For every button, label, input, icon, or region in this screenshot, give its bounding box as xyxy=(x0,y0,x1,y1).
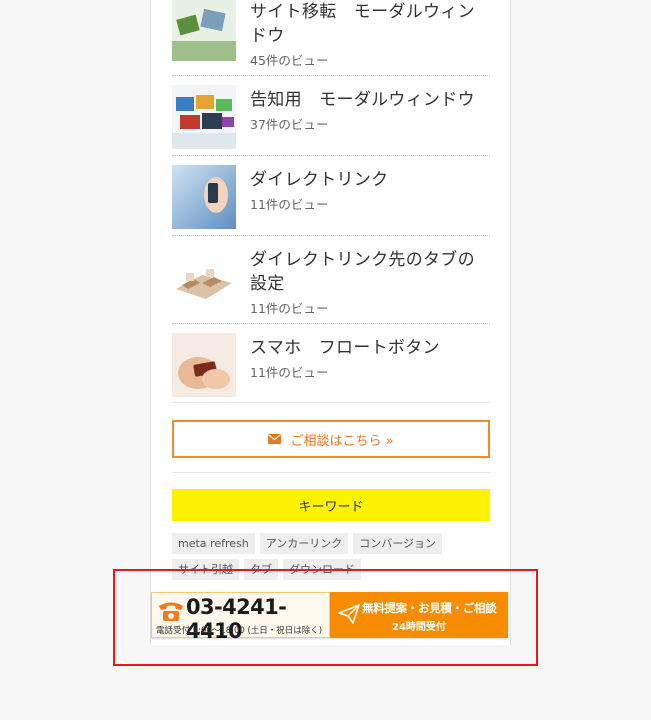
post-thumbnail[interactable] xyxy=(172,245,236,309)
post-title[interactable]: ダイレクトリンク先のタブの設定 xyxy=(250,248,490,296)
post-thumbnail[interactable] xyxy=(172,333,236,397)
post-thumbnail[interactable] xyxy=(172,0,236,61)
list-item[interactable]: スマホ フロートボタン 11件のビュー xyxy=(172,324,490,403)
consult-button[interactable]: ご相談はこちら » xyxy=(172,420,490,458)
post-title[interactable]: ダイレクトリンク xyxy=(250,168,490,192)
list-item[interactable]: サイト移転 モーダルウィンドウ 45件のビュー xyxy=(172,0,490,76)
sidebar-column: サイト移転 モーダルウィンドウ 45件のビュー 告知用 モーダルウィンドウ 37… xyxy=(150,0,511,645)
keyword-heading: キーワード xyxy=(172,489,490,521)
post-views: 11件のビュー xyxy=(250,197,329,212)
post-thumbnail[interactable] xyxy=(172,85,236,149)
post-title[interactable]: サイト移転 モーダルウィンドウ xyxy=(250,0,490,48)
post-title[interactable]: 告知用 モーダルウィンドウ xyxy=(250,88,490,112)
list-item[interactable]: ダイレクトリンク 11件のビュー xyxy=(172,156,490,236)
consult-label: ご相談はこちら » xyxy=(290,433,394,449)
highlight-box xyxy=(113,569,538,666)
post-views: 11件のビュー xyxy=(250,301,329,316)
tag[interactable]: コンバージョン xyxy=(353,533,443,554)
list-item[interactable]: 告知用 モーダルウィンドウ 37件のビュー xyxy=(172,76,490,156)
keyword-section: キーワード meta refresh アンカーリンク コンバージョン サイト引越… xyxy=(172,472,490,580)
post-views: 45件のビュー xyxy=(250,53,329,68)
consult-section: ご相談はこちら » xyxy=(172,402,490,458)
list-item[interactable]: ダイレクトリンク先のタブの設定 11件のビュー xyxy=(172,236,490,324)
tag[interactable]: meta refresh xyxy=(172,533,255,554)
post-thumbnail[interactable] xyxy=(172,165,236,229)
tag[interactable]: アンカーリンク xyxy=(259,533,349,554)
envelope-icon xyxy=(268,434,282,444)
popular-posts-list: サイト移転 モーダルウィンドウ 45件のビュー 告知用 モーダルウィンドウ 37… xyxy=(172,0,490,403)
post-views: 37件のビュー xyxy=(250,117,329,132)
post-title[interactable]: スマホ フロートボタン xyxy=(250,336,490,360)
post-views: 11件のビュー xyxy=(250,365,329,380)
